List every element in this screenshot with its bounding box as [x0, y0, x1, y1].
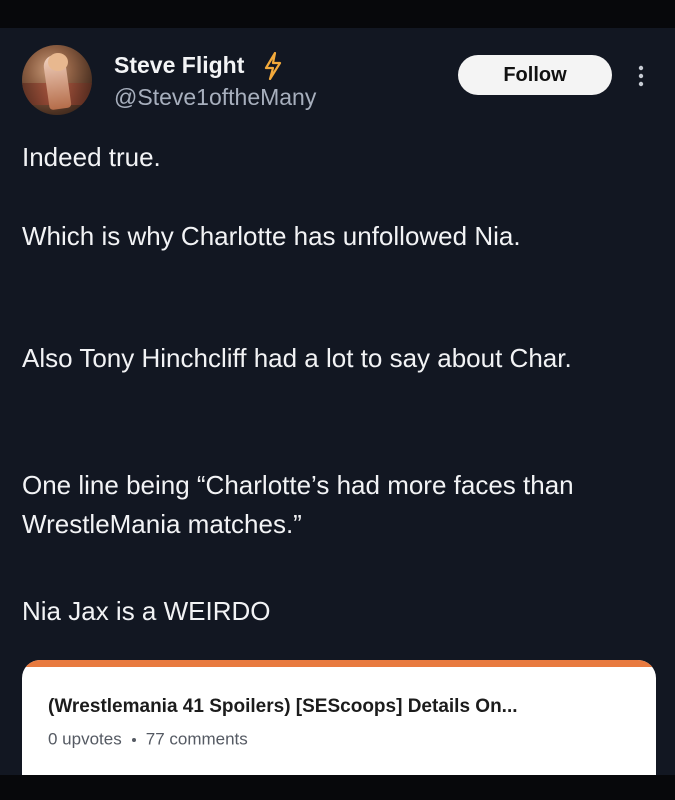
more-vertical-icon[interactable] — [636, 64, 646, 88]
avatar-head — [48, 53, 68, 71]
post-paragraph: Also Tony Hinchcliff had a lot to say ab… — [22, 343, 572, 373]
avatar[interactable] — [22, 45, 92, 115]
post-paragraph: Nia Jax is a WEIRDO — [22, 596, 271, 626]
follow-button[interactable]: Follow — [458, 55, 612, 95]
upvote-count: 0 upvotes — [48, 729, 122, 749]
link-preview-card[interactable]: (Wrestlemania 41 Spoilers) [SEScoops] De… — [22, 660, 656, 775]
card-accent-bar — [22, 660, 656, 667]
post-paragraph: Indeed true. — [22, 142, 161, 172]
comment-count: 77 comments — [145, 729, 248, 749]
card-meta: 0 upvotes 77 comments — [48, 729, 248, 750]
card-title[interactable]: (Wrestlemania 41 Spoilers) [SEScoops] De… — [48, 696, 638, 718]
post-paragraph: Which is why Charlotte has unfollowed Ni… — [22, 221, 521, 251]
author-handle[interactable]: @Steve1oftheMany — [114, 84, 316, 111]
top-bar — [0, 0, 675, 28]
app-screen: Steve Flight @Steve1oftheMany Follow Ind… — [0, 0, 675, 800]
separator-dot — [131, 737, 136, 742]
bottom-bar — [0, 775, 675, 800]
bolt-icon — [264, 52, 282, 80]
post-paragraph: One line being “Charlotte’s had more fac… — [22, 470, 574, 539]
author-name[interactable]: Steve Flight — [114, 52, 244, 79]
